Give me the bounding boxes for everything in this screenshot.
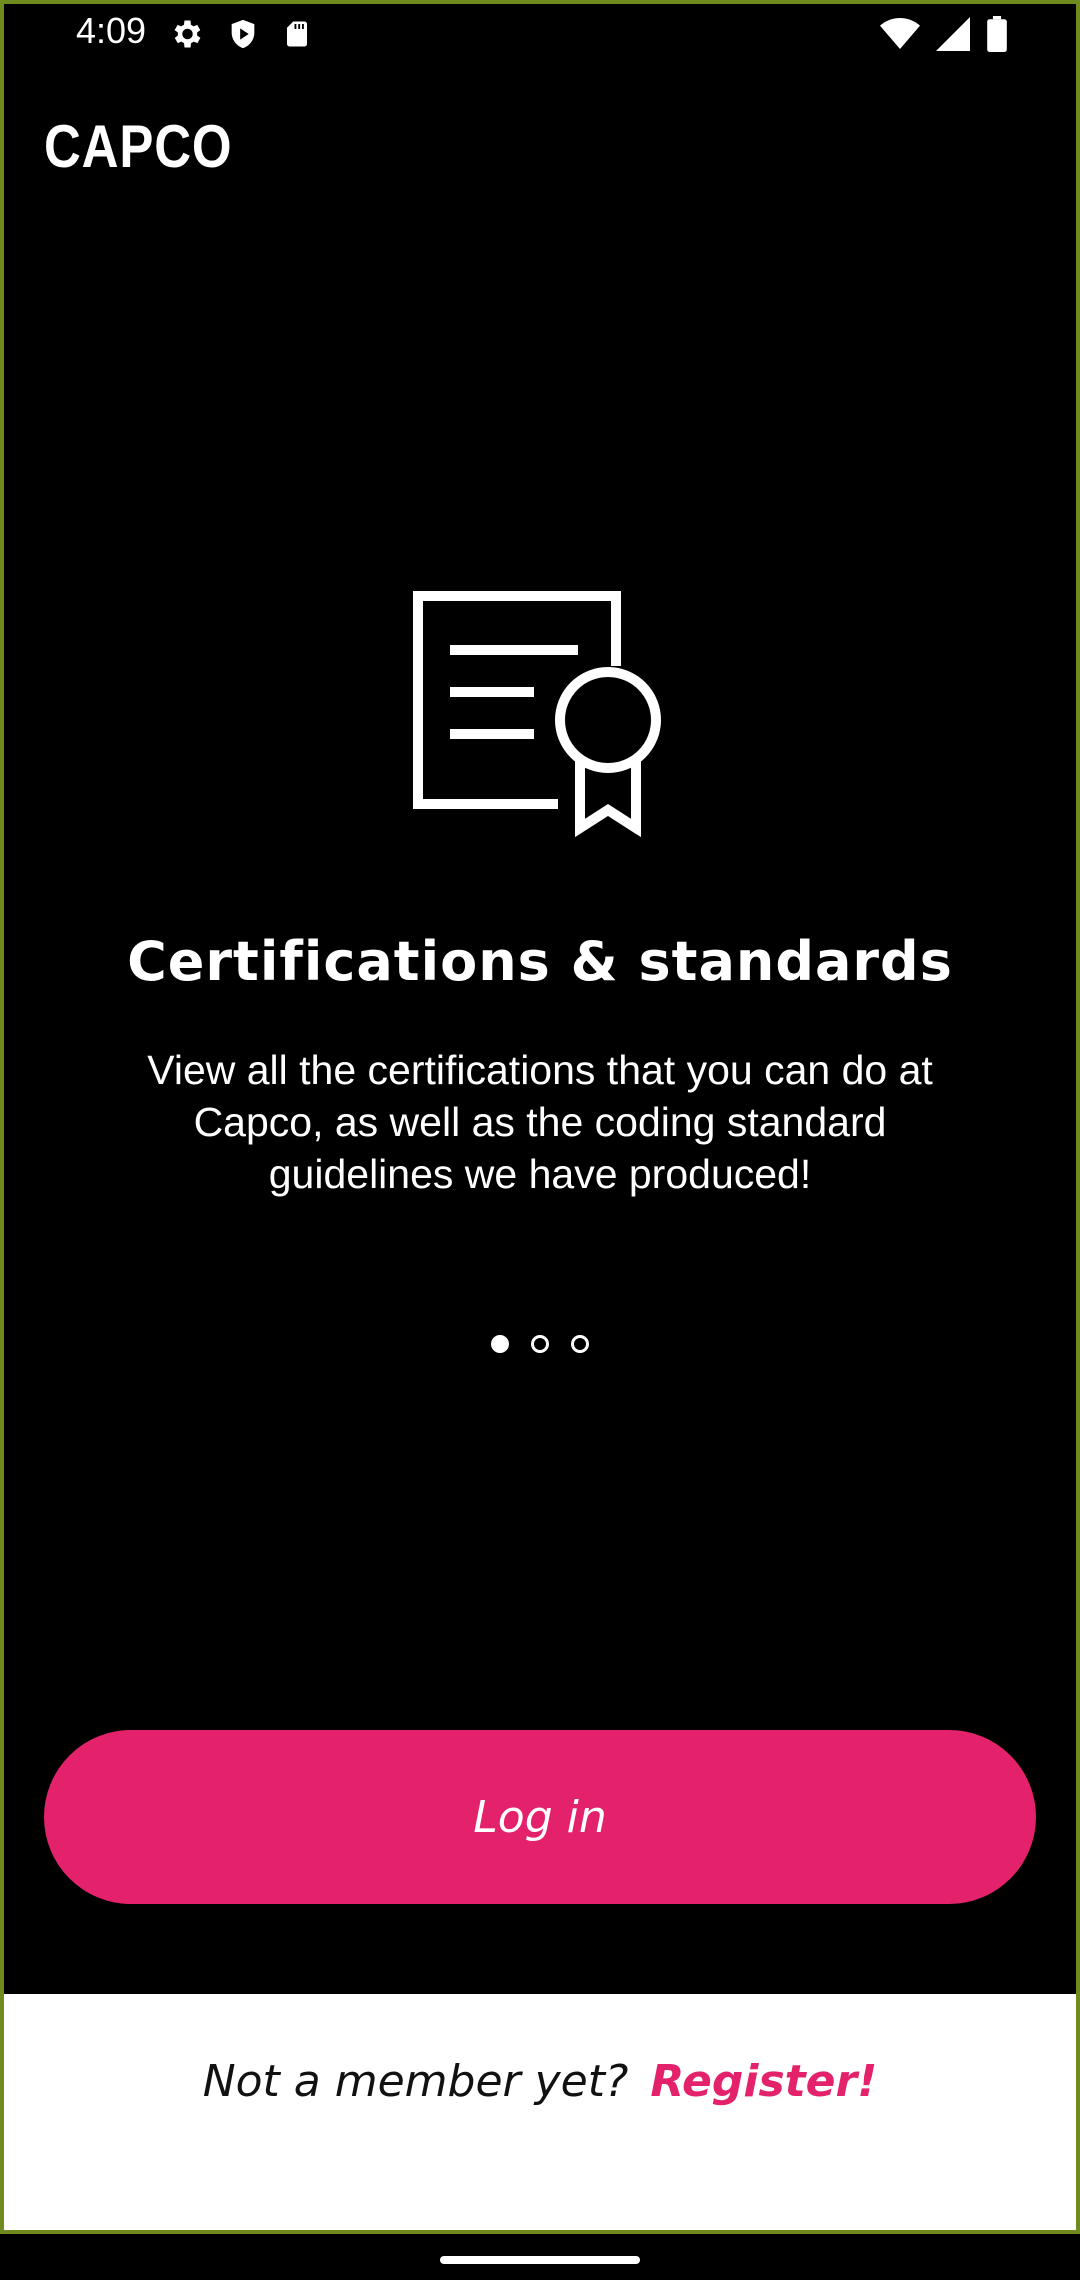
battery-icon [986, 16, 1008, 52]
status-left-icons [168, 16, 312, 52]
register-prompt: Not a member yet? [202, 2056, 629, 2107]
register-panel: Not a member yet? Register! [4, 1994, 1076, 2230]
onboarding-title: Certifications & standards [127, 930, 953, 993]
shield-play-icon [226, 16, 260, 52]
signal-icon [936, 17, 970, 51]
status-bar: 4:09 [0, 0, 1080, 66]
page-dot-3[interactable] [571, 1335, 589, 1353]
login-button[interactable]: Log in [44, 1730, 1036, 1904]
home-gesture-handle[interactable] [440, 2256, 640, 2264]
wifi-icon [880, 17, 920, 51]
page-dot-2[interactable] [531, 1335, 549, 1353]
onboarding-screen: 4:09 CAPCO Certifications & standards Vi… [0, 0, 1080, 2280]
sd-card-icon [282, 17, 312, 51]
register-link[interactable]: Register! [650, 2056, 877, 2107]
status-time: 4:09 [76, 10, 147, 51]
certificate-icon [410, 588, 670, 838]
page-dot-1[interactable] [491, 1335, 509, 1353]
onboarding-description: View all the certifications that you can… [147, 1047, 933, 1197]
settings-icon [168, 16, 204, 52]
status-right-icons [880, 16, 1008, 52]
page-indicator[interactable] [0, 1335, 1080, 1353]
register-line: Not a member yet? Register! [4, 2056, 1076, 2107]
capco-logo: CAPCO [44, 113, 233, 180]
